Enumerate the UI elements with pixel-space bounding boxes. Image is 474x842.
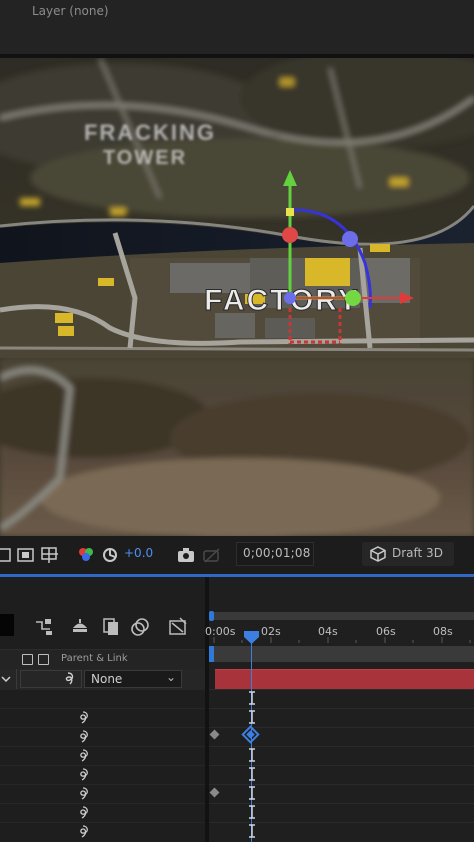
chevron-down-icon <box>1 676 11 683</box>
viewer-toolbar: +0.0 0;00;01;08 Draft 3D <box>0 536 474 575</box>
work-area-bar[interactable] <box>209 646 474 662</box>
work-area-start-handle[interactable] <box>209 646 214 662</box>
map-background-terrain <box>0 58 474 218</box>
transparency-grid-icon[interactable] <box>16 545 36 565</box>
property-row[interactable] <box>0 746 205 766</box>
column-header-row: Parent & Link <box>0 649 205 671</box>
property-row[interactable] <box>0 727 205 747</box>
layer-row[interactable]: None ⌄ <box>0 669 205 689</box>
property-row[interactable] <box>0 803 205 823</box>
keyframe-markers[interactable] <box>209 722 269 802</box>
parent-pickwhip-cell[interactable] <box>20 670 82 688</box>
composition-viewer[interactable]: FRACKING TOWER FACTORY <box>0 58 474 536</box>
snapshot-icon[interactable] <box>176 545 196 565</box>
exposure-reset-icon[interactable] <box>100 545 120 565</box>
expand-toggle[interactable] <box>0 669 17 689</box>
draft-3d-label: Draft 3D <box>392 546 443 560</box>
timecode-text: 0;00;01;08 <box>243 546 311 560</box>
property-row[interactable] <box>0 689 205 709</box>
svg-text:FRACKING: FRACKING <box>84 120 216 145</box>
motion-blur-icon[interactable] <box>101 617 121 637</box>
time-navigator-bar[interactable] <box>209 612 474 620</box>
pickwhip-icon[interactable] <box>75 824 91 840</box>
region-of-interest-icon[interactable] <box>0 545 16 565</box>
pickwhip-icon[interactable] <box>61 672 75 686</box>
svg-text:TOWER: TOWER <box>103 147 187 169</box>
channel-icon[interactable] <box>76 545 96 565</box>
time-navigator-start-handle[interactable] <box>209 611 214 621</box>
gizmo-x-handle[interactable] <box>282 227 298 243</box>
pickwhip-icon[interactable] <box>75 786 91 802</box>
keyframe-icon[interactable] <box>209 729 220 740</box>
keyframe-icon[interactable] <box>209 787 220 798</box>
gizmo-y-handle[interactable] <box>345 290 361 306</box>
parent-select-value: None <box>91 672 123 686</box>
current-time-indicator-head[interactable] <box>244 631 259 645</box>
draft-3d-button[interactable]: Draft 3D <box>362 542 454 566</box>
pickwhip-icon[interactable] <box>75 748 91 764</box>
gizmo-z-handle[interactable] <box>342 231 358 247</box>
composition-color-swatch[interactable] <box>0 614 14 636</box>
layer-outline-panel: Parent & Link None ⌄ <box>0 577 205 842</box>
cube-icon <box>370 546 386 562</box>
parent-select[interactable]: None ⌄ <box>84 670 182 688</box>
graph-editor-icon[interactable] <box>130 617 150 637</box>
exposure-value[interactable]: +0.0 <box>124 546 153 560</box>
guides-icon[interactable] <box>40 545 60 565</box>
video-switch-icon[interactable] <box>22 654 33 665</box>
property-row[interactable] <box>0 765 205 785</box>
property-row[interactable] <box>0 708 205 728</box>
anchor-point[interactable] <box>284 292 296 304</box>
cti-row-markers <box>249 691 255 838</box>
map-foreground-terrain <box>0 358 474 536</box>
property-row[interactable] <box>0 784 205 804</box>
pickwhip-icon[interactable] <box>75 805 91 821</box>
layer-duration-bar[interactable] <box>215 669 474 689</box>
composition-flowchart-icon[interactable] <box>168 617 188 637</box>
pickwhip-icon[interactable] <box>75 729 91 745</box>
map-label-factory: FACTORY <box>204 284 360 317</box>
chevron-down-icon: ⌄ <box>165 670 176 684</box>
layer-panel-header: Layer (none) <box>0 0 474 54</box>
pickwhip-icon[interactable] <box>75 710 91 726</box>
edit-switch-icon[interactable] <box>38 654 49 665</box>
shy-layers-icon[interactable] <box>33 617 53 637</box>
frame-blending-icon[interactable] <box>70 617 90 637</box>
show-snapshot-icon[interactable] <box>202 545 222 565</box>
timeline-panel: Parent & Link None ⌄ 0:00s 02s 04s 06s 0… <box>0 577 474 842</box>
property-row[interactable] <box>0 822 205 842</box>
time-graph[interactable]: 0:00s 02s 04s 06s 08s <box>205 577 474 842</box>
parent-link-column-label[interactable]: Parent & Link <box>61 653 128 664</box>
viewer-canvas[interactable]: FRACKING TOWER FACTORY <box>0 58 474 536</box>
current-time-display[interactable]: 0;00;01;08 <box>236 542 314 566</box>
pickwhip-icon[interactable] <box>75 767 91 783</box>
layer-label: Layer (none) <box>32 4 109 18</box>
